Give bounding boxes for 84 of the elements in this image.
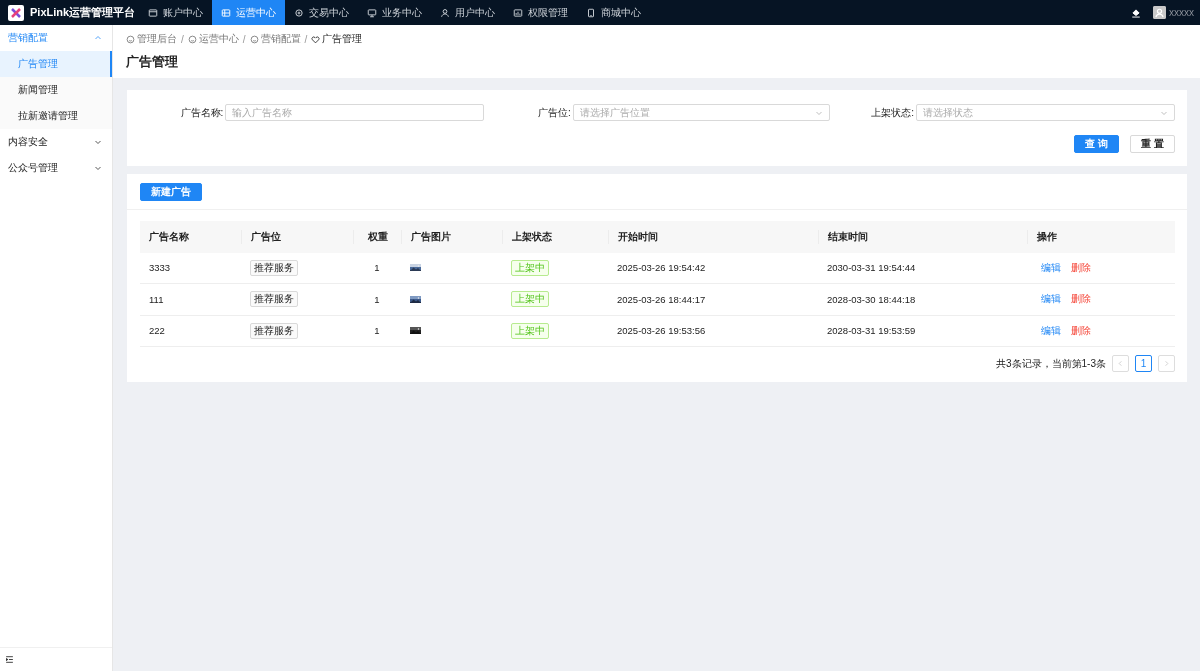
nav-tab[interactable]: 交易中心	[285, 0, 359, 25]
delete-link[interactable]: 删除	[1071, 260, 1091, 275]
reset-button[interactable]: 重 置	[1130, 135, 1175, 153]
chevron-right-icon	[1163, 360, 1170, 367]
position-tag: 推荐服务	[250, 322, 298, 339]
column-header: 上架状态	[502, 229, 608, 244]
chevron-left-icon	[1117, 360, 1124, 367]
nav-tab[interactable]: 用户中心	[431, 0, 505, 25]
input-field[interactable]: 输入广告名称	[225, 104, 485, 121]
chevron-down-icon	[94, 138, 102, 146]
status-tag: 上架中	[511, 291, 549, 308]
breadcrumb-separator: /	[181, 33, 184, 45]
column-header: 操作	[1027, 229, 1175, 244]
card-icon	[148, 7, 159, 18]
table-cell: 2030-03-31 19:54:44	[827, 262, 916, 274]
edit-link[interactable]: 编辑	[1041, 292, 1061, 307]
breadcrumb-separator: /	[242, 33, 246, 45]
sidebar-group[interactable]: 内容安全	[0, 129, 112, 155]
page-button[interactable]: 1	[1135, 355, 1152, 372]
field-label: 广告名称:	[180, 105, 224, 120]
user-name: xxxxx	[1169, 7, 1194, 18]
page-title: 广告管理	[126, 54, 179, 71]
position-tag: 推荐服务	[250, 259, 298, 276]
table-cell: 222	[149, 325, 165, 337]
field-label: 上架状态:	[871, 105, 914, 120]
edit-link[interactable]: 编辑	[1041, 323, 1061, 338]
table-cell: 1	[374, 262, 380, 274]
new-ad-button[interactable]: 新建广告	[140, 182, 202, 201]
breadcrumb-item[interactable]: 营销配置	[249, 32, 301, 46]
table-cell: 2025-03-26 19:54:42	[617, 262, 706, 274]
smiley-icon	[126, 34, 135, 44]
grid-icon	[221, 7, 232, 18]
monitor-icon	[367, 7, 378, 18]
breadcrumb-item[interactable]: 管理后台	[126, 32, 177, 46]
logo-icon	[8, 4, 24, 21]
delete-link[interactable]: 删除	[1071, 292, 1091, 307]
breadcrumb-item[interactable]: 运营中心	[187, 32, 239, 46]
phone-icon	[586, 7, 597, 18]
delete-link[interactable]: 删除	[1071, 323, 1091, 338]
column-header: 权重	[353, 229, 401, 244]
table-cell: 3333	[149, 262, 171, 274]
avatar-icon[interactable]	[1153, 6, 1166, 19]
status-tag: 上架中	[511, 259, 549, 276]
table-cell: 2028-03-30 18:44:18	[827, 293, 916, 305]
position-tag: 推荐服务	[250, 291, 298, 308]
sidebar-group[interactable]: 公众号管理	[0, 155, 112, 181]
chevron-down-icon	[94, 164, 102, 172]
user-icon	[440, 7, 451, 18]
table-cell: 1	[374, 293, 380, 305]
app-title: PixLink运营管理平台	[30, 5, 136, 20]
sidebar-item[interactable]: 新闻管理	[0, 77, 112, 103]
chart-icon	[513, 7, 524, 18]
smiley-icon	[249, 34, 259, 44]
breadcrumb-item: 广告管理	[311, 32, 363, 46]
column-header: 广告图片	[401, 229, 502, 244]
table-cell: 2025-03-26 18:44:17	[617, 293, 706, 305]
heart-icon	[311, 34, 321, 44]
pagination-summary: 共3条记录，当前第1-3条	[996, 356, 1106, 371]
sidebar-item[interactable]: 广告管理	[0, 51, 112, 77]
nav-tab[interactable]: 业务中心	[358, 0, 432, 25]
column-header: 广告位	[241, 229, 353, 244]
edit-link[interactable]: 编辑	[1041, 260, 1061, 275]
field-label: 广告位:	[537, 105, 571, 120]
chevron-up-icon	[94, 34, 102, 42]
paint-bucket-icon[interactable]	[1131, 7, 1141, 18]
table-cell: 2028-03-31 19:53:59	[827, 325, 916, 337]
sidebar-group[interactable]: 营销配置	[0, 25, 112, 51]
cycle-icon	[294, 7, 305, 18]
column-header: 广告名称	[148, 229, 190, 244]
nav-tab[interactable]: 商城中心	[577, 0, 651, 25]
sidebar-item[interactable]: 拉新邀请管理	[0, 103, 112, 129]
table-cell: 2025-03-26 19:53:56	[617, 325, 706, 337]
table-cell: 111	[149, 293, 164, 305]
smiley-icon	[187, 34, 197, 44]
search-button[interactable]: 查 询	[1074, 135, 1120, 153]
status-tag: 上架中	[511, 322, 549, 339]
table-cell: 1	[374, 325, 380, 337]
nav-tab[interactable]: 权限管理	[504, 0, 578, 25]
collapse-menu-icon[interactable]	[5, 655, 14, 664]
column-header: 结束时间	[818, 229, 1027, 244]
column-header: 开始时间	[608, 229, 818, 244]
breadcrumb-separator: /	[304, 33, 308, 45]
nav-tab[interactable]: 运营中心	[212, 0, 286, 25]
nav-tab[interactable]: 账户中心	[139, 0, 213, 25]
